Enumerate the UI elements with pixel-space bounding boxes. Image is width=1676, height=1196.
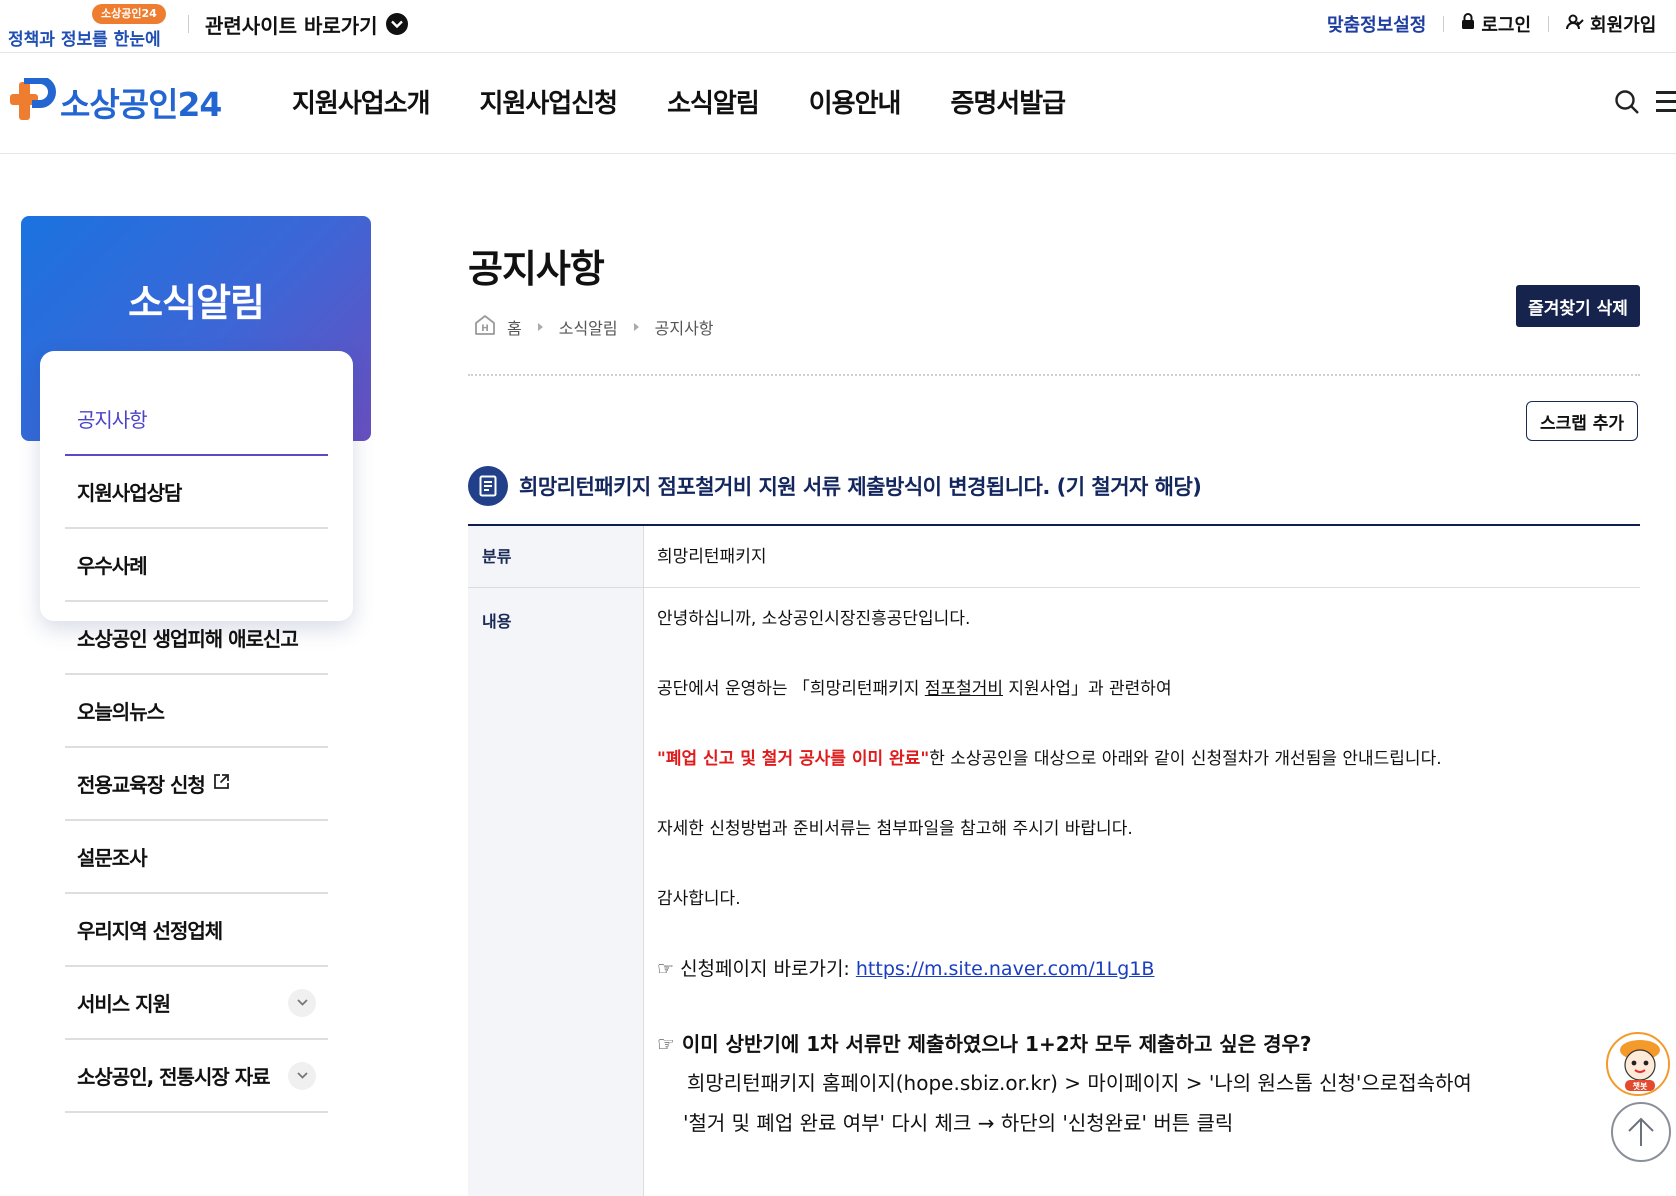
- sidebar-item-label: 서비스 지원: [77, 992, 171, 1016]
- related-sites-label: 관련사이트 바로가기: [205, 13, 378, 38]
- sidebar-item-damage-report[interactable]: 소상공인 생업피해 애로신고: [65, 602, 328, 675]
- sidebar-item-label: 전용교육장 신청: [77, 773, 206, 797]
- category-value: 희망리턴패키지: [643, 526, 1640, 588]
- body-paragraph: ☞ 신청페이지 바로가기: https://m.site.naver.com/1…: [657, 954, 1154, 981]
- breadcrumb-notice[interactable]: 공지사항: [655, 315, 714, 339]
- post-title: 희망리턴패키지 점포철거비 지원 서류 제출방식이 변경됩니다. (기 철거자 …: [519, 475, 1202, 499]
- body-paragraph: 감사합니다.: [657, 889, 741, 909]
- nav-support-intro[interactable]: 지원사업소개: [292, 83, 431, 120]
- sidebar-item-notice[interactable]: 공지사항: [65, 383, 328, 456]
- promo-text: 정책과 정보를 한눈에: [8, 30, 161, 50]
- body-text-highlight: "폐업 신고 및 철거 공사를 이미 완료": [657, 749, 930, 769]
- divider: [468, 374, 1640, 376]
- custom-info-link[interactable]: 맞춤정보설정: [1327, 11, 1426, 37]
- body-header: 내용: [468, 588, 643, 1196]
- search-icon[interactable]: [1614, 89, 1640, 119]
- logo-mark-icon: [10, 76, 56, 126]
- sidebar-item-consult[interactable]: 지원사업상담: [65, 456, 328, 529]
- scroll-to-top-button[interactable]: [1611, 1102, 1671, 1162]
- login-link[interactable]: 로그인: [1461, 11, 1531, 37]
- chevron-down-icon[interactable]: [288, 1061, 316, 1090]
- global-nav: 지원사업소개 지원사업신청 소식알림 이용안내 증명서발급: [292, 83, 1066, 120]
- breadcrumb-separator-icon: [537, 323, 543, 331]
- body-text-underlined: 점포철거비: [924, 679, 1004, 699]
- custom-info-label: 맞춤정보설정: [1327, 15, 1427, 36]
- breadcrumb-news[interactable]: 소식알림: [559, 315, 618, 339]
- post-title-row: 희망리턴패키지 점포철거비 지원 서류 제출방식이 변경됩니다. (기 철거자 …: [468, 466, 1202, 506]
- sidebar-item-resources[interactable]: 소상공인, 전통시장 자료: [65, 1040, 328, 1113]
- main-header: 소상공인24 지원사업소개 지원사업신청 소식알림 이용안내 증명서발급: [0, 53, 1676, 154]
- logo-text: 소상공인24: [60, 85, 222, 124]
- divider: [1548, 16, 1550, 32]
- svg-text:H: H: [481, 324, 489, 334]
- lock-icon: [1461, 13, 1475, 35]
- util-links: 맞춤정보설정 로그인 회원가입: [1327, 8, 1656, 40]
- nav-support-apply[interactable]: 지원사업신청: [480, 83, 619, 120]
- nav-certificate[interactable]: 증명서발급: [950, 83, 1066, 120]
- chatbot-label: 챗봇: [1633, 1081, 1648, 1091]
- sidebar-item-label: 우리지역 선정업체: [77, 919, 223, 943]
- sidebar-item-best-cases[interactable]: 우수사례: [65, 529, 328, 602]
- scrap-add-button[interactable]: 스크랩 추가: [1526, 401, 1638, 441]
- faq-question: ☞ 이미 상반기에 1차 서류만 제출하였으나 1+2차 모두 제출하고 싶은 …: [657, 1032, 1312, 1056]
- sidebar-item-label: 공지사항: [77, 408, 148, 432]
- site-logo[interactable]: 소상공인24: [10, 76, 222, 128]
- chatbot-button[interactable]: 챗봇: [1606, 1032, 1670, 1096]
- breadcrumb-home[interactable]: 홈: [507, 315, 522, 339]
- body-paragraph: 공단에서 운영하는 「희망리턴패키지 점포철거비 지원사업」과 관련하여: [657, 674, 1172, 699]
- favorite-delete-button[interactable]: 즐겨찾기 삭제: [1516, 285, 1640, 327]
- sidebar-item-education-room[interactable]: 전용교육장 신청: [65, 748, 328, 821]
- page-title: 공지사항: [468, 247, 605, 291]
- apply-page-link[interactable]: https://m.site.naver.com/1Lg1B: [856, 958, 1155, 980]
- nav-guide[interactable]: 이용안내: [809, 83, 902, 120]
- login-label: 로그인: [1481, 15, 1532, 36]
- body-paragraph: 자세한 신청방법과 준비서류는 첨부파일을 참고해 주시기 바랍니다.: [657, 819, 1133, 839]
- divider: [188, 15, 189, 33]
- sidebar-item-local-companies[interactable]: 우리지역 선정업체: [65, 894, 328, 967]
- sidebar-item-label: 소상공인, 전통시장 자료: [77, 1065, 271, 1089]
- faq-step: 희망리턴패키지 홈페이지(hope.sbiz.or.kr) > 마이페이지 > …: [687, 1071, 1472, 1095]
- hamburger-menu-icon[interactable]: [1656, 91, 1676, 113]
- post-detail-table: 분류 희망리턴패키지 내용 안녕하십니까, 소상공인시장진흥공단입니다. 공단에…: [468, 524, 1640, 1196]
- sidebar-title: 소식알림: [128, 281, 265, 325]
- body-text: 공단에서 운영하는 「희망리턴패키지: [657, 679, 925, 699]
- post-body: 안녕하십니까, 소상공인시장진흥공단입니다. 공단에서 운영하는 「희망리턴패키…: [643, 588, 1640, 1196]
- signup-label: 회원가입: [1590, 15, 1657, 36]
- chevron-down-icon: [385, 13, 408, 35]
- body-paragraph: 안녕하십니까, 소상공인시장진흥공단입니다.: [657, 609, 971, 629]
- breadcrumb: H 홈 소식알림 공지사항: [473, 313, 714, 341]
- body-paragraph: "폐업 신고 및 철거 공사를 이미 완료"한 소상공인을 대상으로 아래와 같…: [657, 744, 1442, 769]
- chatbot-mascot-icon: 챗봇: [1610, 1036, 1668, 1094]
- chevron-down-icon[interactable]: [288, 988, 316, 1017]
- related-sites-dropdown[interactable]: 관련사이트 바로가기: [205, 8, 408, 40]
- user-add-icon: [1566, 14, 1584, 35]
- sidebar-item-label: 소상공인 생업피해 애로신고: [77, 627, 299, 651]
- home-icon[interactable]: H: [473, 313, 497, 341]
- breadcrumb-separator-icon: [633, 323, 639, 331]
- sidebar-item-service-support[interactable]: 서비스 지원: [65, 967, 328, 1040]
- category-header: 분류: [468, 526, 643, 588]
- utility-bar: 소상공인24 정책과 정보를 한눈에 관련사이트 바로가기 맞춤정보설정 로그인…: [0, 0, 1676, 53]
- link-prefix: ☞ 신청페이지 바로가기:: [657, 958, 856, 980]
- sidebar-item-label: 설문조사: [77, 846, 148, 870]
- sidebar-item-label: 지원사업상담: [77, 481, 182, 505]
- nav-news[interactable]: 소식알림: [667, 83, 760, 120]
- divider: [1443, 16, 1445, 32]
- promo-badge: 소상공인24: [92, 4, 166, 24]
- promo-banner[interactable]: 소상공인24 정책과 정보를 한눈에: [8, 4, 173, 50]
- signup-link[interactable]: 회원가입: [1566, 11, 1656, 37]
- sidebar-item-label: 오늘의뉴스: [77, 700, 165, 724]
- external-link-icon: [213, 773, 230, 794]
- sidebar-item-label: 우수사례: [77, 554, 148, 578]
- sidebar-item-survey[interactable]: 설문조사: [65, 821, 328, 894]
- sidebar-menu: 공지사항 지원사업상담 우수사례 소상공인 생업피해 애로신고 오늘의뉴스 전용…: [65, 383, 328, 1113]
- body-text: 지원사업」과 관련하여: [1003, 679, 1172, 699]
- document-icon: [468, 466, 508, 506]
- arrow-up-icon: [1628, 1117, 1654, 1146]
- body-text: 한 소상공인을 대상으로 아래와 같이 신청절차가 개선됨을 안내드립니다.: [929, 749, 1442, 769]
- faq-step: '철거 및 폐업 완료 여부' 다시 체크 → 하단의 '신청완료' 버튼 클릭: [683, 1111, 1234, 1135]
- sidebar-item-today-news[interactable]: 오늘의뉴스: [65, 675, 328, 748]
